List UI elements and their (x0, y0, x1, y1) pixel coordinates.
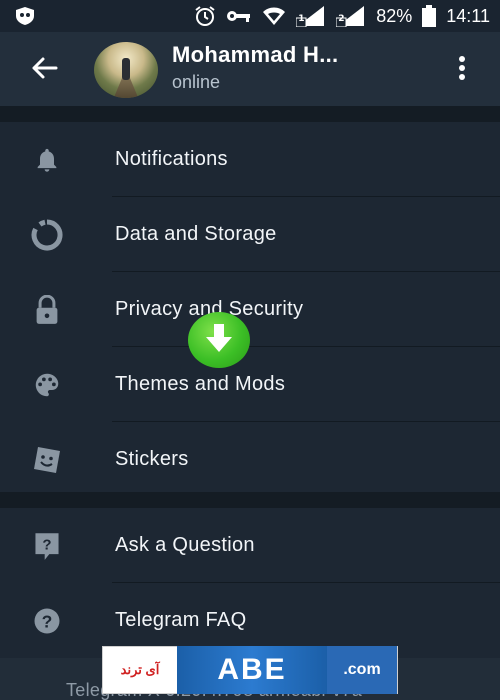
more-options-button[interactable] (448, 50, 476, 90)
profile-header: Mohammad H... online (0, 32, 500, 106)
settings-group-main: Notifications Data and Storage Privacy a… (0, 122, 500, 497)
signal-icon: 1 (296, 5, 326, 27)
sim2-label: 2 (338, 14, 345, 24)
arrow-left-icon (30, 56, 58, 84)
watermark-left: آی ترند (120, 662, 160, 677)
svg-text:?: ? (42, 536, 51, 553)
watermark-right: .com (327, 646, 397, 694)
settings-item-label: Telegram FAQ (115, 609, 247, 631)
avatar[interactable] (94, 42, 158, 98)
contact-name: Mohammad H... (172, 42, 339, 67)
settings-item-label: Notifications (115, 148, 228, 170)
help-circle-icon: ? (30, 604, 64, 638)
settings-item-themes[interactable]: Themes and Mods (0, 347, 500, 422)
signal-icon: 2 (336, 5, 366, 27)
sim1-label: 1 (298, 14, 305, 24)
settings-item-data-storage[interactable]: Data and Storage (0, 197, 500, 272)
svg-text:?: ? (42, 611, 53, 631)
battery-icon (422, 5, 437, 27)
settings-item-label: Themes and Mods (115, 373, 286, 395)
status-bar: 1 2 82% 14:11 (0, 0, 500, 32)
key-icon (226, 8, 252, 24)
contact-status: online (172, 72, 221, 92)
watermark-logo: آی ترند ABE .com (102, 646, 398, 694)
shield-icon (14, 6, 36, 26)
settings-item-label: Stickers (115, 448, 189, 470)
settings-item-stickers[interactable]: Stickers (0, 422, 500, 497)
pie-icon (30, 218, 64, 252)
settings-item-ask-question[interactable]: ? Ask a Question (0, 508, 500, 583)
settings-item-label: Data and Storage (115, 223, 277, 245)
clock: 14:11 (446, 5, 490, 26)
settings-item-notifications[interactable]: Notifications (0, 122, 500, 197)
download-button[interactable] (188, 312, 250, 368)
bell-icon (30, 143, 64, 177)
question-bubble-icon: ? (30, 529, 64, 563)
section-separator (0, 106, 500, 122)
settings-item-privacy[interactable]: Privacy and Security (0, 272, 500, 347)
alarm-icon (194, 5, 216, 27)
lock-icon (30, 293, 64, 327)
settings-item-label: Ask a Question (115, 534, 255, 556)
back-button[interactable] (22, 54, 66, 86)
download-arrow-icon (202, 321, 236, 359)
more-vert-icon (458, 56, 466, 84)
wifi-icon (262, 6, 286, 26)
battery-percent: 82% (376, 5, 413, 26)
section-separator (0, 492, 500, 508)
watermark-middle: ABE (177, 646, 327, 694)
palette-icon (30, 368, 64, 402)
settings-group-help: ? Ask a Question ? Telegram FAQ (0, 508, 500, 658)
sticker-icon (30, 443, 64, 477)
